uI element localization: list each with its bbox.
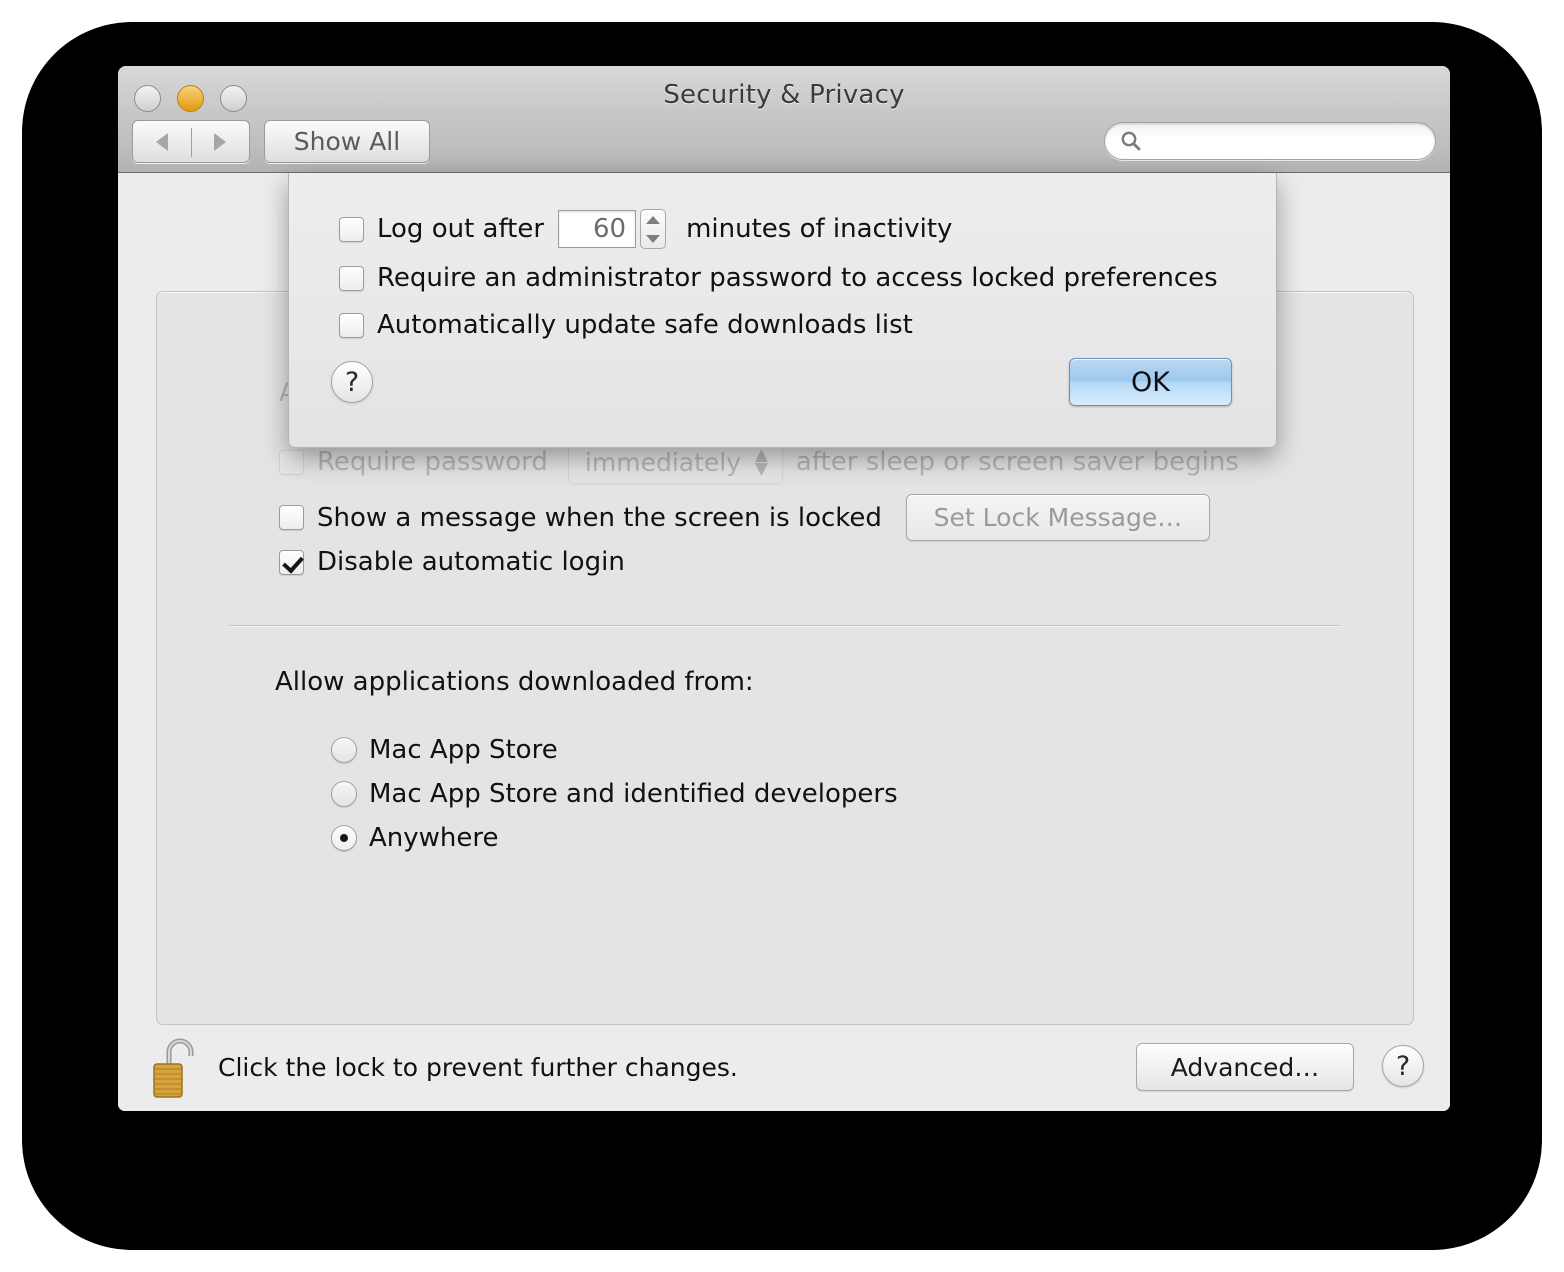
radio-anywhere[interactable]: Anywhere: [331, 823, 499, 853]
disable-auto-login-label: Disable automatic login: [317, 547, 625, 577]
lock-hint-text: Click the lock to prevent further change…: [218, 1053, 738, 1082]
show-lock-message-row: Show a message when the screen is locked…: [279, 494, 1210, 541]
radio-button-anywhere[interactable]: [331, 825, 357, 851]
log-out-minutes-stepper[interactable]: [640, 209, 667, 249]
back-button[interactable]: [133, 121, 191, 162]
stepper-up-icon[interactable]: [646, 215, 661, 224]
radio-mac-app-store-identified[interactable]: Mac App Store and identified developers: [331, 779, 898, 809]
log-out-after-row: Log out after 60 minutes of inactivity: [339, 209, 952, 249]
search-input[interactable]: [1143, 129, 1435, 153]
forward-button[interactable]: [191, 121, 249, 162]
stepper-down-icon[interactable]: [646, 234, 661, 243]
radio-button-mac-app-store[interactable]: [331, 737, 357, 763]
search-field[interactable]: [1104, 122, 1436, 160]
help-button[interactable]: ?: [1382, 1045, 1424, 1087]
set-lock-message-button[interactable]: Set Lock Message…: [905, 494, 1210, 541]
log-out-minutes-field[interactable]: 60: [558, 210, 637, 248]
window-title: Security & Privacy: [663, 80, 905, 110]
advanced-button[interactable]: Advanced…: [1136, 1043, 1354, 1091]
back-forward-segmented-control[interactable]: [132, 120, 250, 163]
downloads-section-title-row: Allow applications downloaded from:: [275, 667, 754, 697]
section-separator: [229, 625, 1341, 626]
radio-label-mac-app-store: Mac App Store: [369, 735, 558, 765]
desktop-background: Security & Privacy Show All Require pass…: [0, 0, 1564, 1272]
disable-auto-login-checkbox[interactable]: [279, 549, 304, 575]
ok-button[interactable]: OK: [1069, 358, 1232, 406]
require-admin-password-row: Require an administrator password to acc…: [339, 263, 1218, 293]
require-password-prefix: Require password: [317, 447, 548, 477]
radio-label-mac-app-store-identified: Mac App Store and identified developers: [369, 779, 898, 809]
window-body: General FileVault Firewall Privacy A log…: [118, 173, 1450, 1111]
advanced-options-sheet: Log out after 60 minutes of inactivity R…: [288, 173, 1277, 448]
system-preferences-window: Security & Privacy Show All Require pass…: [118, 66, 1450, 1111]
sheet-help-button[interactable]: ?: [331, 361, 373, 403]
popup-arrows-icon: ▲ ▼: [754, 445, 768, 479]
bottom-bar: Click the lock to prevent further change…: [118, 1025, 1450, 1111]
require-password-value: immediately: [584, 447, 742, 477]
require-password-suffix: after sleep or screen saver begins: [795, 447, 1239, 477]
window-titlebar: Security & Privacy Show All: [118, 66, 1450, 173]
log-out-after-checkbox[interactable]: [339, 216, 364, 242]
log-out-after-label: Log out after: [377, 214, 545, 244]
auto-update-safe-downloads-row: Automatically update safe downloads list: [339, 310, 913, 340]
radio-mac-app-store[interactable]: Mac App Store: [331, 735, 558, 765]
show-lock-message-checkbox[interactable]: [279, 505, 304, 530]
disable-auto-login-row: Disable automatic login: [279, 547, 625, 577]
search-icon: [1121, 131, 1141, 151]
require-admin-password-label: Require an administrator password to acc…: [377, 263, 1218, 293]
segment-divider: [191, 128, 192, 157]
radio-label-anywhere: Anywhere: [369, 823, 499, 853]
forward-arrow-icon: [214, 132, 226, 151]
unlocked-padlock-icon[interactable]: [152, 1035, 208, 1101]
auto-update-safe-downloads-checkbox[interactable]: [339, 312, 364, 338]
back-arrow-icon: [156, 132, 168, 151]
require-admin-password-checkbox[interactable]: [339, 265, 364, 291]
show-lock-message-label: Show a message when the screen is locked: [317, 502, 882, 533]
require-password-checkbox[interactable]: [279, 449, 304, 475]
auto-update-safe-downloads-label: Automatically update safe downloads list: [377, 310, 913, 340]
radio-button-mac-app-store-identified[interactable]: [331, 781, 357, 807]
show-all-button[interactable]: Show All: [264, 120, 430, 163]
log-out-after-suffix: minutes of inactivity: [686, 214, 953, 244]
downloads-section-title: Allow applications downloaded from:: [275, 667, 754, 697]
